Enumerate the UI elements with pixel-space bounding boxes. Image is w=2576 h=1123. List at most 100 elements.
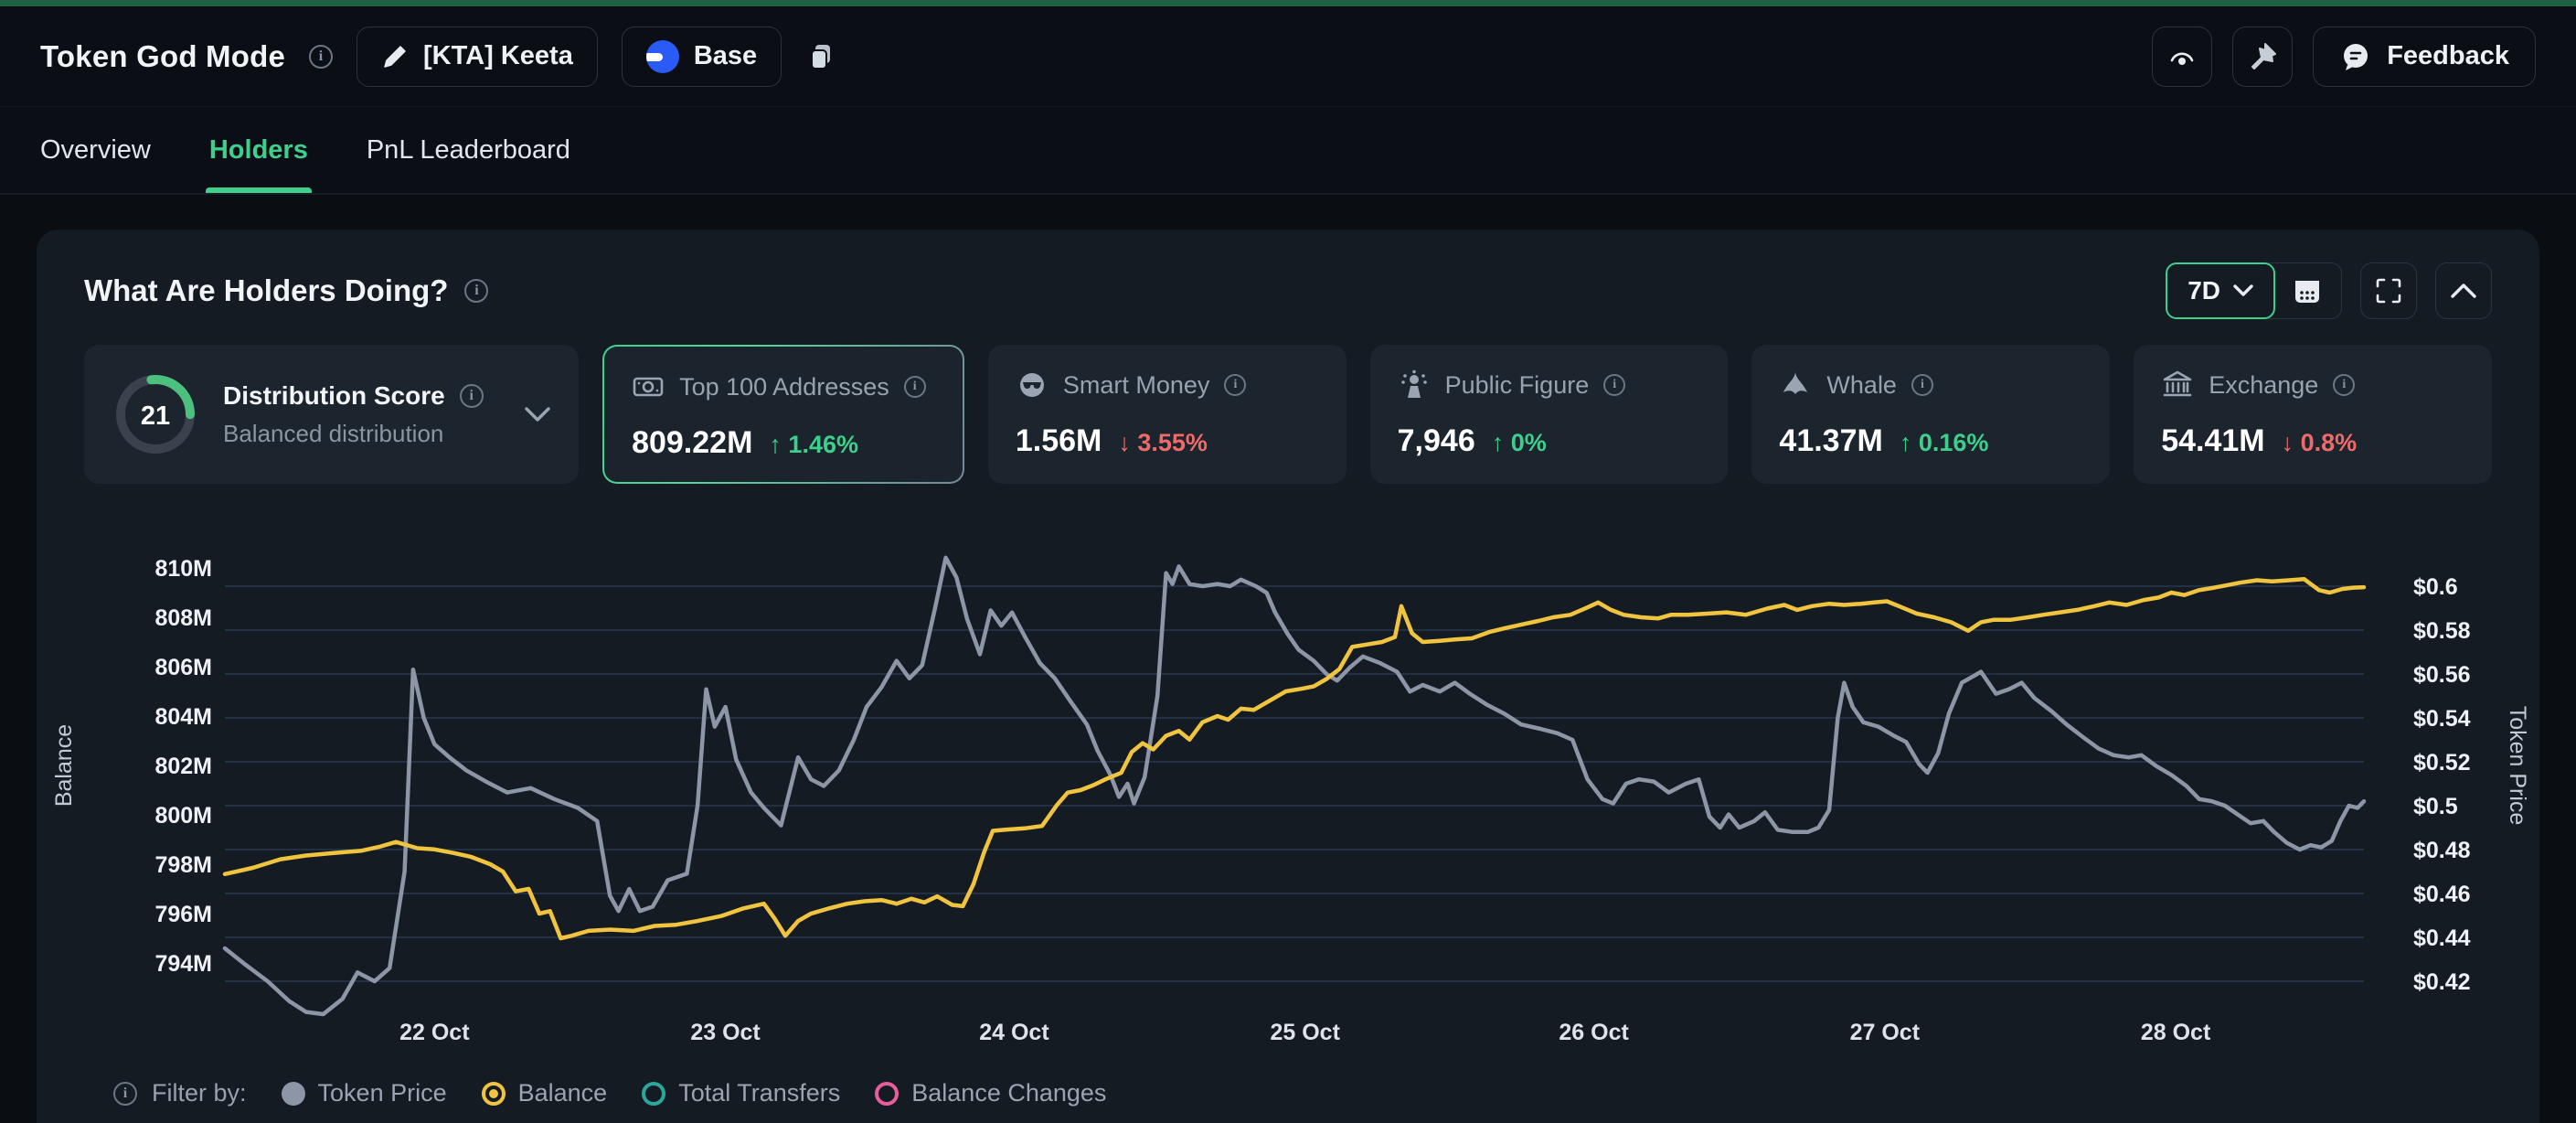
tab-pnl-leaderboard[interactable]: PnL Leaderboard	[367, 107, 570, 193]
fullscreen-button[interactable]	[2360, 262, 2417, 319]
metric-card-public-figure[interactable]: Public Figure i 7,946 ↑ 0%	[1370, 345, 1729, 484]
distribution-score-value: 21	[141, 401, 170, 431]
feedback-label: Feedback	[2387, 41, 2509, 71]
exchange-bank-icon	[2161, 369, 2194, 401]
svg-text:796M: 796M	[154, 902, 212, 927]
chevron-down-icon	[2233, 284, 2253, 297]
svg-text:$0.5: $0.5	[2413, 794, 2458, 819]
tab-bar: Overview Holders PnL Leaderboard	[0, 107, 2576, 195]
legend-item-balance[interactable]: Balance	[482, 1079, 608, 1107]
metric-value: 54.41M	[2161, 423, 2264, 459]
holders-chart[interactable]: $0.6$0.58$0.56$0.54$0.52$0.5$0.48$0.46$0…	[37, 487, 2539, 1077]
metric-delta: ↑ 0%	[1492, 429, 1547, 457]
distribution-score-subtitle: Balanced distribution	[223, 420, 500, 448]
pin-icon	[2246, 40, 2279, 73]
whale-icon	[1779, 369, 1812, 401]
svg-text:798M: 798M	[154, 852, 212, 878]
metric-delta: ↓ 0.8%	[2282, 429, 2358, 457]
svg-text:$0.56: $0.56	[2413, 662, 2471, 688]
legend-item-balance-changes[interactable]: Balance Changes	[875, 1079, 1106, 1107]
svg-text:25 Oct: 25 Oct	[1270, 1020, 1340, 1045]
feedback-chat-icon	[2339, 40, 2372, 73]
info-icon[interactable]: i	[1911, 374, 1933, 396]
distribution-score-gauge: 21	[112, 370, 199, 458]
feedback-button[interactable]: Feedback	[2313, 27, 2536, 87]
info-icon[interactable]: i	[113, 1082, 137, 1106]
svg-text:24 Oct: 24 Oct	[979, 1020, 1049, 1045]
token-price-swatch-icon	[282, 1082, 305, 1106]
svg-text:806M: 806M	[154, 655, 212, 680]
eye-icon	[2165, 39, 2199, 74]
info-icon[interactable]: i	[309, 45, 333, 69]
app-header: Token God Mode i [KTA] Keeta Base	[0, 6, 2576, 107]
range-selector[interactable]: 7D	[2166, 262, 2275, 319]
metric-value: 1.56M	[1016, 423, 1102, 459]
svg-text:22 Oct: 22 Oct	[399, 1020, 470, 1045]
distribution-score-title: Distribution Score	[223, 381, 445, 411]
svg-text:23 Oct: 23 Oct	[690, 1020, 761, 1045]
metric-card-top-100-addresses[interactable]: Top 100 Addresses i 809.22M ↑ 1.46%	[602, 345, 964, 484]
metric-delta: ↑ 1.46%	[769, 431, 858, 459]
svg-text:$0.58: $0.58	[2413, 618, 2471, 644]
chart-legend: i Filter by: Token Price Balance Total T…	[84, 1079, 2492, 1107]
info-icon[interactable]: i	[1224, 374, 1246, 396]
public-figure-icon	[1398, 369, 1431, 401]
svg-text:800M: 800M	[154, 803, 212, 829]
holders-activity-panel: What Are Holders Doing? i 7D	[37, 230, 2539, 1123]
watchlist-button[interactable]	[2152, 27, 2212, 87]
svg-text:28 Oct: 28 Oct	[2141, 1020, 2211, 1045]
fullscreen-icon	[2374, 276, 2403, 305]
legend-item-total-transfers[interactable]: Total Transfers	[642, 1079, 840, 1107]
svg-text:26 Oct: 26 Oct	[1559, 1020, 1629, 1045]
legend-prefix: Filter by:	[152, 1079, 247, 1107]
calendar-icon	[2292, 275, 2323, 306]
tab-overview[interactable]: Overview	[40, 107, 151, 193]
metric-card-smart-money[interactable]: Smart Money i 1.56M ↓ 3.55%	[988, 345, 1347, 484]
page-title: Token God Mode	[40, 39, 285, 74]
svg-text:794M: 794M	[154, 951, 212, 977]
calendar-button[interactable]	[2264, 262, 2342, 319]
svg-text:27 Oct: 27 Oct	[1850, 1020, 1921, 1045]
copy-icon	[805, 41, 836, 72]
svg-text:Balance: Balance	[51, 724, 77, 807]
svg-text:810M: 810M	[154, 556, 212, 582]
holder-metric-cards: 21 Distribution Score i Balanced distrib…	[84, 345, 2492, 484]
info-icon[interactable]: i	[904, 376, 926, 398]
balance-changes-swatch-icon	[875, 1082, 899, 1106]
total-transfers-swatch-icon	[642, 1082, 665, 1106]
metric-value: 41.37M	[1779, 423, 1882, 459]
info-icon[interactable]: i	[2333, 374, 2355, 396]
info-icon[interactable]: i	[460, 384, 484, 408]
token-select-button[interactable]: [KTA] Keeta	[357, 27, 598, 87]
chevron-down-icon	[524, 406, 551, 422]
metric-delta: ↓ 3.55%	[1118, 429, 1208, 457]
legend-item-token-price[interactable]: Token Price	[282, 1079, 447, 1107]
svg-text:$0.54: $0.54	[2413, 706, 2471, 732]
metric-card-exchange[interactable]: Exchange i 54.41M ↓ 0.8%	[2134, 345, 2492, 484]
token-label: [KTA] Keeta	[423, 41, 573, 71]
chain-label: Base	[694, 41, 757, 71]
svg-text:Token Price: Token Price	[2505, 706, 2530, 826]
svg-text:808M: 808M	[154, 605, 212, 631]
top-banner	[0, 0, 2576, 6]
svg-text:$0.42: $0.42	[2413, 969, 2471, 995]
svg-text:$0.52: $0.52	[2413, 750, 2471, 775]
svg-text:$0.48: $0.48	[2413, 838, 2471, 863]
range-selector-group: 7D	[2166, 262, 2342, 319]
info-icon[interactable]: i	[464, 279, 488, 303]
svg-text:804M: 804M	[154, 704, 212, 730]
metric-card-whale[interactable]: Whale i 41.37M ↑ 0.16%	[1751, 345, 2110, 484]
base-chain-icon	[646, 40, 679, 73]
info-icon[interactable]: i	[1603, 374, 1625, 396]
svg-text:$0.44: $0.44	[2413, 925, 2471, 951]
smart-money-icon	[1016, 369, 1048, 401]
copy-address-button[interactable]	[805, 41, 836, 72]
tab-holders[interactable]: Holders	[209, 107, 308, 193]
chevron-up-icon	[2450, 283, 2477, 299]
edit-pencil-icon	[381, 43, 409, 70]
collapse-button[interactable]	[2435, 262, 2492, 319]
chain-select-button[interactable]: Base	[622, 27, 782, 87]
distribution-score-card[interactable]: 21 Distribution Score i Balanced distrib…	[84, 345, 579, 484]
banknote-icon	[632, 370, 665, 403]
pin-button[interactable]	[2232, 27, 2293, 87]
